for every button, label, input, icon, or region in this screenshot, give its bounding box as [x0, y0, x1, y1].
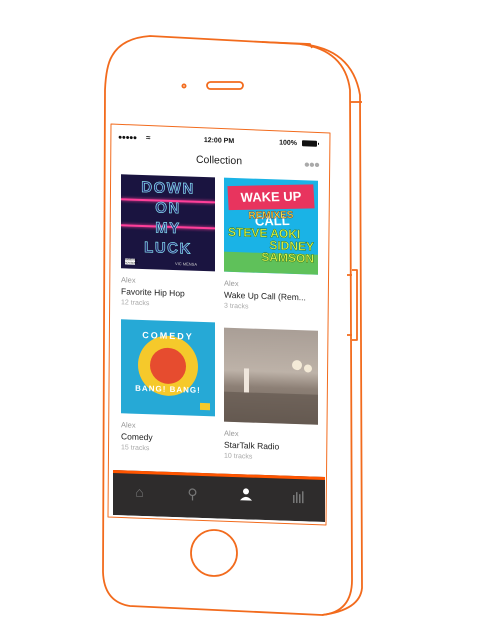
- cover-text: DOWN: [141, 178, 195, 198]
- cover-text: BANG! BANG!: [135, 383, 201, 395]
- playlist-cover-image[interactable]: COMEDY BANG! BANG!: [121, 319, 215, 417]
- battery-icon: [302, 140, 317, 147]
- stream-icon[interactable]: [272, 488, 325, 507]
- playlist-card[interactable]: DOWN ON MY LUCK PARENTAL ADVISORY VIC ME…: [121, 174, 215, 309]
- phone-screen: ●●●●● ≈ 12:00 PM 100% Collection ●●● DOW…: [113, 130, 325, 523]
- playlist-title[interactable]: StarTalk Radio: [224, 440, 318, 453]
- playlist-cover-image[interactable]: [224, 327, 318, 425]
- playlist-card[interactable]: WAKE UP CALL REMIXES STEVE AOKI SIDNEY S…: [224, 177, 318, 313]
- cover-text: ON: [155, 199, 181, 218]
- user-icon[interactable]: [219, 487, 272, 506]
- home-icon[interactable]: ⌂: [113, 483, 166, 501]
- playlist-track-count: 15 tracks: [121, 444, 150, 453]
- cover-text: REMIXES: [248, 209, 294, 222]
- battery-percent: 100%: [279, 139, 297, 148]
- playlist-title[interactable]: Comedy: [121, 431, 215, 444]
- playlist-owner: Alex: [224, 278, 239, 289]
- playlist-card[interactable]: Alex StarTalk Radio 10 tracks: [224, 327, 318, 463]
- cover-text: COMEDY: [142, 329, 194, 342]
- playlist-card[interactable]: COMEDY BANG! BANG! Alex Comedy 15 tracks: [121, 319, 215, 454]
- parental-advisory-label: PARENTAL ADVISORY: [125, 258, 138, 265]
- playlist-cover-image[interactable]: WAKE UP CALL REMIXES STEVE AOKI SIDNEY S…: [224, 177, 318, 275]
- playlist-owner: Alex: [121, 420, 136, 430]
- playlist-owner: Alex: [121, 275, 136, 285]
- playlist-track-count: 10 tracks: [224, 452, 253, 461]
- playlist-track-count: 12 tracks: [121, 299, 150, 308]
- search-icon[interactable]: ⚲: [166, 485, 219, 504]
- playlist-title[interactable]: Favorite Hip Hop: [121, 286, 215, 299]
- playlist-track-count: 3 tracks: [224, 302, 249, 311]
- cover-text: MY: [155, 219, 181, 238]
- tab-bar: ⌂ ⚲: [113, 470, 325, 523]
- cover-text: SIDNEY SAMSON: [261, 238, 314, 266]
- cover-text: WAKE UP CALL: [227, 184, 315, 229]
- more-dots-icon[interactable]: ●●●: [304, 159, 319, 171]
- cover-artists: STEVE AOKI SIDNEY SAMSON: [228, 225, 314, 266]
- cover-text: LUCK: [144, 239, 192, 258]
- cover-artist: VIC MENSA: [174, 261, 197, 267]
- playlist-owner: Alex: [224, 428, 239, 439]
- playlist-cover-image[interactable]: DOWN ON MY LUCK PARENTAL ADVISORY VIC ME…: [121, 174, 215, 272]
- playlist-title[interactable]: Wake Up Call (Rem...: [224, 290, 318, 303]
- person-silhouette: [244, 368, 249, 393]
- page-title: Collection: [195, 153, 243, 168]
